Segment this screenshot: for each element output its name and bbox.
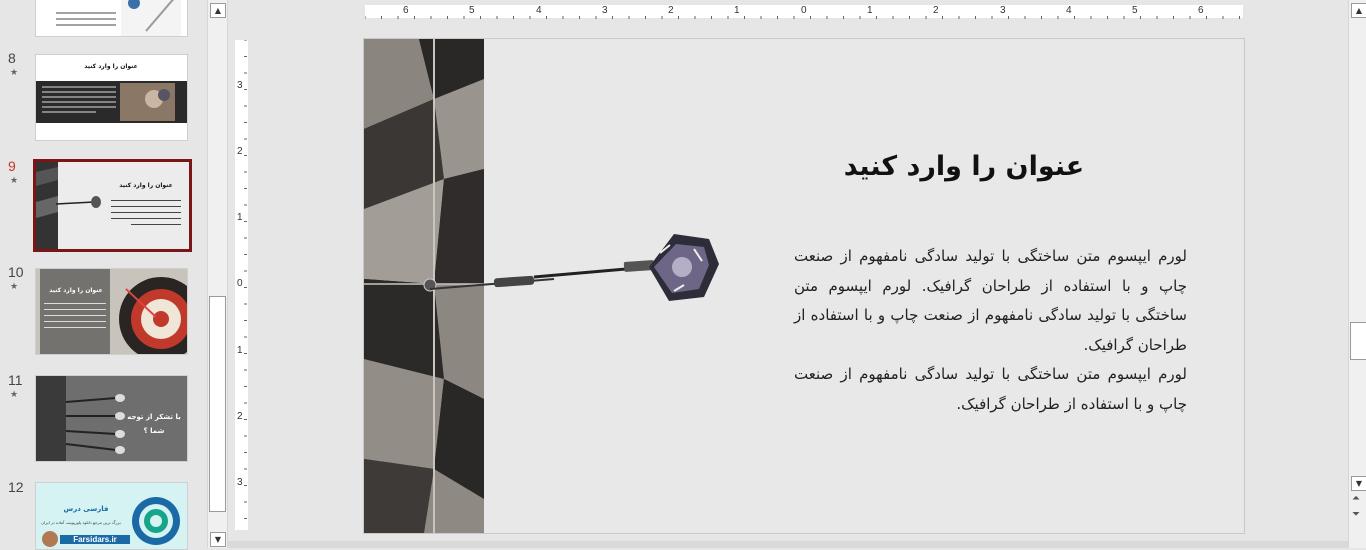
ruler-label: 5 (1132, 5, 1138, 16)
slide-canvas[interactable]: عنوان را وارد کنید لورم ایپسوم متن ساختگ… (363, 38, 1245, 534)
text-line (44, 321, 106, 322)
scroll-down-button[interactable]: ▼ (210, 532, 226, 547)
text-line (44, 309, 106, 310)
text-line (44, 303, 106, 304)
scrollbar-thumb[interactable] (209, 296, 226, 512)
slide-thumbnail-12[interactable]: فارسی درس بزرگ ترین مرجع دانلود پاورپوین… (35, 482, 188, 550)
slide-thumbnail-8[interactable]: عنوان را وارد کنید (35, 54, 188, 141)
animation-star-icon: ★ (10, 390, 19, 400)
animation-star-icon: ★ (10, 282, 19, 292)
ruler-label: 1 (867, 5, 873, 16)
brand-tagline: بزرگ ترین مرجع دانلود پاورپوینت آماده در… (41, 520, 121, 525)
slide-8-graphic (36, 81, 187, 123)
ruler-label: 0 (237, 278, 243, 289)
ruler-label: 4 (1066, 5, 1072, 16)
ruler-label: 4 (536, 5, 542, 16)
scroll-down-button[interactable]: ▼ (1351, 476, 1366, 491)
next-slide-icon[interactable]: ⏷ (1352, 509, 1360, 520)
ruler-label: 6 (1198, 5, 1204, 16)
ruler-label: 5 (469, 5, 475, 16)
text-line (131, 224, 181, 225)
scrollbar-thumb[interactable] (1350, 322, 1366, 360)
animation-star-icon: ★ (10, 68, 19, 78)
ruler-label: 1 (237, 345, 243, 356)
slide-thumbnail-11[interactable]: با تشکر از توجه شما ؟ (35, 375, 188, 462)
slide-number-11: 11 (8, 372, 23, 388)
ruler-label: 1 (734, 5, 740, 16)
slide-thumbnail-pane: 8 ★ عنوان را وارد کنید 9 ★ عنوان را وارد (0, 0, 207, 550)
text-line (111, 218, 181, 219)
editor-scrollbar[interactable]: ▲ ▼ ⏶ ⏷ (1348, 0, 1366, 548)
slide-thumbnail-9[interactable]: عنوان را وارد کنید (33, 159, 192, 252)
slide-number-9: 9 (8, 158, 16, 174)
animation-star-icon: ★ (10, 176, 19, 186)
vertical-ruler[interactable]: 3 2 1 0 1 2 3 (235, 39, 248, 530)
thumb-title: عنوان را وارد کنید (49, 287, 103, 294)
ruler-label: 3 (1000, 5, 1006, 16)
previous-slide-icon[interactable]: ⏶ (1352, 493, 1360, 504)
slide-10-graphic (36, 269, 187, 354)
slide-number-12: 12 (8, 479, 24, 495)
ruler-label: 1 (237, 212, 243, 223)
body-paragraph-1: لورم ایپسوم متن ساختگی با تولید سادگی نا… (794, 247, 1187, 354)
scroll-up-button[interactable]: ▲ (1351, 3, 1366, 18)
brand-url: Farsidars.ir (60, 535, 130, 544)
slide-7-image (56, 0, 181, 36)
ruler-label: 2 (237, 411, 243, 422)
thumb-title: عنوان را وارد کنید (119, 182, 173, 189)
body-paragraph-2: لورم ایپسوم متن ساختگی با تولید سادگی نا… (794, 365, 1187, 413)
horizontal-scroll-strip (228, 541, 1348, 548)
scroll-up-button[interactable]: ▲ (210, 3, 226, 18)
text-line (44, 315, 106, 316)
brand-name: فارسی درس (63, 505, 109, 513)
ruler-label: 2 (237, 146, 243, 157)
slide-body-text[interactable]: لورم ایپسوم متن ساختگی با تولید سادگی نا… (794, 242, 1187, 419)
ruler-label: 2 (668, 5, 674, 16)
slide-number-8: 8 (8, 50, 16, 66)
text-line (111, 206, 181, 207)
ruler-label: 3 (602, 5, 608, 16)
ruler-label: 6 (403, 5, 409, 16)
slide-thumbnail-10[interactable]: عنوان را وارد کنید (35, 268, 188, 355)
ruler-label: 3 (237, 80, 243, 91)
text-line (111, 200, 181, 201)
slide-thumbnail-7[interactable] (35, 0, 188, 37)
text-line (44, 327, 106, 328)
ruler-label: 3 (237, 477, 243, 488)
ruler-label: 0 (801, 5, 807, 16)
horizontal-ruler[interactable]: 6 5 4 3 2 1 0 1 2 3 4 5 6 (364, 5, 1243, 19)
thumb-title: با تشکر از توجه شما ؟ (127, 413, 181, 435)
ruler-label: 2 (933, 5, 939, 16)
slide-number-10: 10 (8, 264, 24, 280)
slide-title[interactable]: عنوان را وارد کنید (834, 151, 1094, 182)
text-line (111, 212, 181, 213)
thumbnail-scrollbar[interactable]: ▲ ▼ (207, 0, 228, 548)
